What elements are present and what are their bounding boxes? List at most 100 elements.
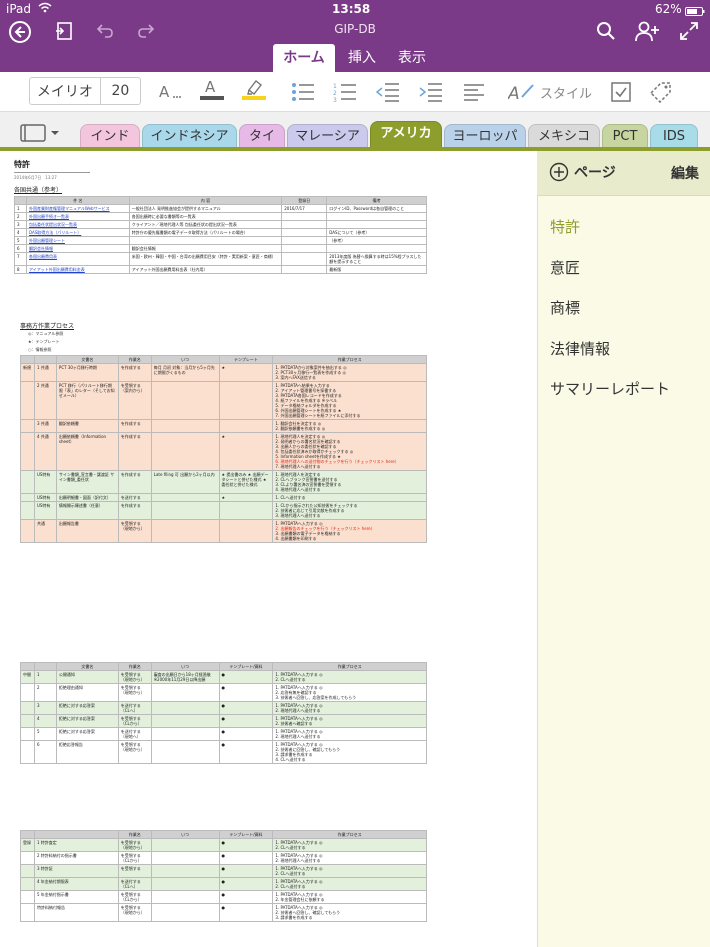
- tab-insert[interactable]: 挿入: [340, 44, 384, 72]
- font-selector[interactable]: メイリオ 20: [29, 77, 141, 105]
- reference-table: 件 名 内 容 登録日 備考 1 外国産業財産権管理マニュアルWebサービス 一般社…: [14, 196, 427, 274]
- tag-icon[interactable]: [646, 80, 676, 104]
- section-tab-mexico[interactable]: メキシコ: [528, 124, 600, 148]
- table-cell: [326, 244, 427, 253]
- table-cell: 2013年度版 為替へ換算する時は15%程プラスした額を提示すること: [326, 252, 427, 266]
- process-cell: [20, 519, 35, 543]
- edit-pages-button[interactable]: 編集: [671, 163, 699, 183]
- table-cell: 最新版: [326, 265, 427, 274]
- table-cell[interactable]: 各国出願費用表: [25, 252, 130, 266]
- process-cell: [150, 381, 220, 420]
- process-cell: [20, 683, 35, 702]
- column-header: 作業プロセス: [272, 662, 427, 671]
- fullscreen-icon[interactable]: [679, 21, 699, 41]
- process-row: 中間 1 公開通知 を受領する（現地から） 審査の出願日から18ヶ月経過後 ※2000年…: [20, 670, 427, 684]
- process-cell: ★: [218, 493, 274, 502]
- column-header: 作業名: [117, 830, 152, 839]
- process-cell: [218, 419, 274, 433]
- process-step: 2. 現地代理人へ送付する: [275, 708, 321, 713]
- column-header: 作業プロセス: [272, 830, 427, 839]
- todo-checkbox-icon[interactable]: [606, 80, 636, 104]
- process-cell: [150, 890, 220, 904]
- table-row: 8 アイアット外国出願費用料金表 アイアット外国出願費用料金表（社内用） 最新版: [14, 265, 427, 274]
- table-cell: 1: [14, 204, 27, 213]
- process-cell: [20, 501, 35, 520]
- process-cell: を受領する（現地から）: [117, 670, 152, 684]
- font-color-icon[interactable]: A: [197, 78, 227, 102]
- process-cell: [150, 903, 220, 922]
- numbered-list-icon[interactable]: 123: [330, 80, 360, 104]
- add-page-button[interactable]: ページ: [549, 162, 616, 182]
- process-step: 2. 年金管理会社に依頼する: [275, 897, 325, 902]
- note-page[interactable]: 特許 2014年6月7日 13:27 各国共通（参考） 件 名 内 容 登録日 …: [0, 151, 537, 947]
- bulleted-list-icon[interactable]: [288, 80, 318, 104]
- page-item[interactable]: サマリーレポート: [550, 378, 670, 399]
- process-cell: 2 共通: [33, 381, 57, 420]
- table-row: 1 外国産業財産権管理マニュアルWebサービス 一般社団法人 発明推進協会が提供する…: [14, 204, 427, 213]
- table-cell[interactable]: 外国産業財産権管理マニュアルWebサービス: [25, 204, 130, 213]
- column-header: テンプレート/資料: [218, 662, 274, 671]
- search-icon[interactable]: [596, 21, 616, 41]
- table-cell: 2016/7/17: [281, 204, 328, 213]
- process-cell: [20, 419, 35, 433]
- table-cell: 2: [14, 212, 27, 221]
- table-cell[interactable]: アイアット外国出願費用料金表: [25, 265, 130, 274]
- table-cell[interactable]: DAS取得方法（パリルート）: [25, 228, 130, 237]
- process-cell: 拒絶に対する応答案: [55, 727, 119, 741]
- page-title: 特許: [14, 160, 30, 169]
- notebook-switch-icon[interactable]: [20, 124, 62, 146]
- process-step: 2. CLへ送付する: [275, 677, 306, 682]
- app-header: iPad 13:58 62% GIP-DB ホーム 挿入 表示: [0, 0, 710, 72]
- table-row: 3 包括委任状提出状況一覧表 クライアント／現地代理人等 包括委任状の提出状況一覧表: [14, 220, 427, 229]
- table-cell: [326, 220, 427, 229]
- process-cell: [150, 877, 220, 891]
- font-size-adjust-icon[interactable]: A: [155, 80, 185, 104]
- process-cell: 1 特許査定: [33, 838, 119, 852]
- process-cell: [218, 381, 274, 420]
- table-cell: 一般社団法人 発明推進協会が提供するマニュアル: [128, 204, 283, 213]
- tab-home[interactable]: ホーム: [273, 44, 335, 72]
- wifi-icon: [38, 2, 52, 16]
- highlighter-icon[interactable]: [239, 78, 269, 102]
- process-steps-cell: 1. CLへ送付する: [272, 493, 427, 502]
- process-cell: [20, 701, 35, 715]
- page-item[interactable]: 法律情報: [550, 338, 610, 359]
- process-cell: を受領する（CLから）: [117, 714, 152, 728]
- process-steps-cell: 1. CLから指示された公知技術をチェックする 2. 技術者に応じて引用文献を作成…: [272, 501, 427, 520]
- table-cell[interactable]: 包括委任状提出状況一覧表: [25, 220, 130, 229]
- section-tab-america[interactable]: アメリカ: [370, 121, 442, 148]
- page-item[interactable]: 商標: [550, 297, 580, 318]
- table-cell: [281, 228, 328, 237]
- process-cell: 5: [33, 727, 57, 741]
- page-item[interactable]: 意匠: [550, 257, 580, 278]
- tab-view[interactable]: 表示: [390, 44, 434, 72]
- process-cell: 2 特許料納付の指示書: [33, 851, 119, 865]
- process-row: US特有 サイン書類_宣言書・譲渡証 サイン書類_委任状 を作成する Late fil…: [20, 470, 427, 494]
- section-tab-malaysia[interactable]: マレーシア: [287, 124, 368, 148]
- section-tab-europe[interactable]: ヨーロッパ: [444, 124, 526, 148]
- align-icon[interactable]: [459, 80, 489, 104]
- section-tab-pct[interactable]: PCT: [602, 124, 648, 148]
- process-steps-cell: 1. PATDATAへ入力する ◎ 2. 出願報告のチェックを行う（チェックリスト…: [272, 519, 427, 543]
- table-cell: [281, 220, 328, 229]
- process-steps-cell: 1. PATDATAへ入力する ◎ 2. 現地代理人へ送付する: [272, 701, 427, 715]
- outdent-icon[interactable]: [373, 80, 403, 104]
- table-cell[interactable]: 外国出願手続き一覧表: [25, 212, 130, 221]
- page-item-active[interactable]: 特許: [550, 216, 580, 237]
- table-header-row: 件 名 内 容 登録日 備考: [14, 196, 427, 205]
- styles-button[interactable]: A スタイル: [505, 80, 595, 104]
- process-step: 3. 案内へFAX送信する: [275, 375, 316, 380]
- indent-icon[interactable]: [416, 80, 446, 104]
- section-tab-india[interactable]: インド: [80, 124, 140, 148]
- process-cell: [150, 740, 220, 764]
- font-name-field[interactable]: メイリオ: [30, 78, 101, 104]
- font-size-field[interactable]: 20: [101, 78, 140, 104]
- table-cell[interactable]: 翻訳会社情報: [25, 244, 130, 253]
- table-cell[interactable]: 外国出願管理シート: [25, 236, 130, 245]
- section-tab-indonesia[interactable]: インドネシア: [142, 124, 237, 148]
- share-user-icon[interactable]: [635, 20, 659, 42]
- process-cell: ●: [218, 714, 274, 728]
- section-tab-thailand[interactable]: タイ: [239, 124, 285, 148]
- section-tab-ids[interactable]: IDS: [650, 124, 698, 148]
- table-cell: 6: [14, 244, 27, 253]
